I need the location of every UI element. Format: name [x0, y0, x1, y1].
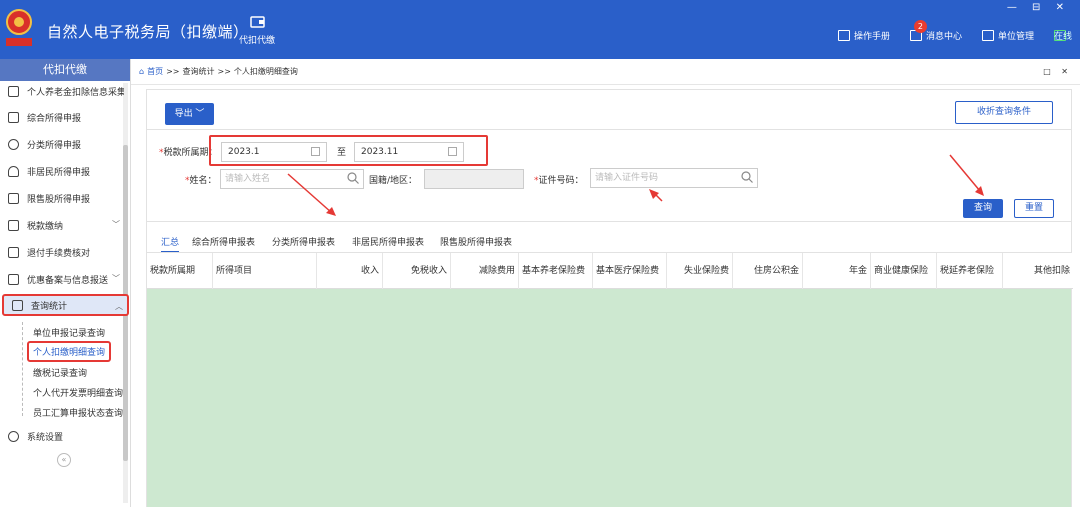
sidebar-item-label: 查询统计 [31, 301, 68, 312]
tab-comprehensive[interactable]: 综合所得申报表 [192, 235, 255, 248]
wallet-icon [8, 219, 19, 231]
sidebar-item-label: 分类所得申报 [27, 140, 82, 151]
column-header[interactable]: 住房公积金 [733, 253, 803, 289]
nav-tab-label: 代扣代缴 [238, 36, 275, 46]
column-header[interactable]: 年金 [803, 253, 871, 289]
sidebar-item-label: 系统设置 [27, 432, 64, 443]
breadcrumb-home[interactable]: 首页 [147, 66, 163, 77]
sidebar-item-fee-refund[interactable]: 退付手续费核对 [0, 241, 124, 263]
sub-item-invoice-details[interactable]: 个人代开发票明细查询 [33, 386, 123, 399]
gear-icon [8, 430, 19, 442]
column-header[interactable]: 基本医疗保险费 [593, 253, 667, 289]
online-status[interactable]: 在线 [1054, 30, 1072, 42]
online-status-label: 在线 [1054, 32, 1073, 42]
tax-emblem-logo [6, 9, 32, 46]
sidebar-item-label: 退付手续费核对 [27, 248, 91, 259]
building-icon [981, 30, 994, 41]
pension-icon [8, 85, 19, 97]
sidebar-item-nonresident[interactable]: 非居民所得申报 [0, 160, 124, 182]
column-header[interactable]: 其他扣除 [1003, 253, 1073, 289]
main-panel: 导出 ﹀ 收折查询条件 *税款所属期： 2023.1 至 2023.11 *姓名… [146, 89, 1073, 507]
person-icon [8, 165, 19, 177]
sidebar-item-tax-payment[interactable]: 税款缴纳 ﹀ [0, 214, 124, 236]
breadcrumb-level2[interactable]: 查询统计 [182, 66, 214, 77]
column-header[interactable]: 基本养老保险费 [519, 253, 593, 289]
tab-nonresident[interactable]: 非居民所得申报表 [352, 235, 424, 248]
query-icon [12, 299, 23, 311]
table-body [147, 289, 1071, 507]
chevron-down-icon: ﹀ [112, 220, 120, 229]
window-controls[interactable]: — ⊟ ✕ [1007, 2, 1070, 13]
top-header: 自然人电子税务局（扣缴端） 代扣代缴 — ⊟ ✕ 操作手册 2 消息中心 单位管… [0, 0, 1080, 59]
unit-management-link[interactable]: 单位管理 [981, 29, 1034, 42]
sidebar-item-restricted-shares[interactable]: 限售股所得申报 [0, 187, 124, 209]
message-center-link[interactable]: 2 消息中心 [909, 20, 962, 42]
sidebar-item-preferential-filing[interactable]: 优惠备案与信息报送 ﹀ [0, 268, 124, 290]
chevron-up-icon: ︿ [115, 302, 123, 311]
message-center-label: 消息中心 [925, 32, 962, 42]
sidebar-item-label: 综合所得申报 [27, 113, 82, 124]
sub-item-settlement-status[interactable]: 员工汇算申报状态查询 [33, 406, 123, 419]
home-icon[interactable]: ⌂ [139, 67, 144, 76]
column-header[interactable]: 失业保险费 [667, 253, 733, 289]
tab-classified[interactable]: 分类所得申报表 [272, 235, 335, 248]
column-header[interactable]: 税延养老保险 [937, 253, 1003, 289]
results-table: 税款所属期 所得项目 收入 免税收入 减除费用 基本养老保险费 基本医疗保险费 … [146, 252, 1073, 507]
sub-item-personal-withholding[interactable]: 个人扣缴明细查询 [27, 341, 112, 362]
breadcrumb: ⌂ 首页 >> 查询统计 >> 个人扣缴明细查询 □ ✕ [131, 59, 1080, 85]
chevron-down-icon: ﹀ [112, 274, 120, 283]
tree-connector [22, 322, 23, 416]
column-header[interactable]: 所得项目 [213, 253, 317, 289]
pie-icon [8, 138, 19, 150]
column-header[interactable]: 减除费用 [451, 253, 519, 289]
annotation-arrows [287, 154, 984, 216]
breadcrumb-sep: >> [166, 67, 180, 76]
arrow-to-name [287, 173, 333, 214]
sidebar-item-label: 个人养老金扣除信息采集 [27, 87, 124, 98]
sidebar-item-comprehensive[interactable]: 综合所得申报 [0, 106, 124, 128]
wallet-icon [249, 16, 265, 28]
sidebar-item-label: 优惠备案与信息报送 [27, 275, 109, 286]
column-header[interactable]: 免税收入 [383, 253, 451, 289]
tab-restricted-shares[interactable]: 限售股所得申报表 [440, 235, 512, 248]
message-count-badge: 2 [913, 20, 927, 33]
breadcrumb-current: 个人扣缴明细查询 [233, 67, 298, 76]
sidebar-item-classified[interactable]: 分类所得申报 [0, 133, 124, 155]
sidebar-item-query-stats[interactable]: 查询统计 ︿ [2, 294, 129, 316]
nav-tab-withholding[interactable]: 代扣代缴 [236, 15, 278, 46]
arrow-to-query [949, 154, 981, 192]
sidebar-item-pension[interactable]: 个人养老金扣除信息采集 [0, 80, 124, 102]
sidebar-item-label: 限售股所得申报 [27, 194, 91, 205]
sidebar-item-label: 税款缴纳 [27, 221, 64, 232]
doc-icon [8, 273, 19, 285]
column-header[interactable]: 商业健康保险 [871, 253, 937, 289]
manual-link-label: 操作手册 [853, 32, 890, 42]
breadcrumb-sep: >> [217, 67, 231, 76]
app-title: 自然人电子税务局（扣缴端） [47, 23, 249, 41]
sub-item-tax-payment-records[interactable]: 缴税记录查询 [33, 366, 87, 379]
table-header: 税款所属期 所得项目 收入 免税收入 减除费用 基本养老保险费 基本医疗保险费 … [147, 253, 1073, 289]
book-icon [837, 30, 850, 41]
tab-window-controls[interactable]: □ ✕ [1043, 67, 1072, 76]
bar-chart-icon [8, 192, 19, 204]
manual-link[interactable]: 操作手册 [837, 29, 890, 42]
sub-item-unit-records[interactable]: 单位申报记录查询 [33, 326, 105, 339]
column-header[interactable]: 收入 [317, 253, 383, 289]
tab-summary[interactable]: 汇总 [161, 235, 180, 253]
sidebar-item-label: 非居民所得申报 [27, 167, 91, 178]
sidebar-title: 代扣代缴 [0, 59, 130, 81]
unit-management-label: 单位管理 [997, 32, 1034, 42]
column-header[interactable]: 税款所属期 [147, 253, 213, 289]
sidebar-collapse-button[interactable]: « [57, 453, 71, 467]
sidebar-item-system-settings[interactable]: 系统设置 [0, 425, 124, 447]
receipt-icon [8, 246, 19, 258]
top-links: 操作手册 2 消息中心 单位管理 在线 [837, 20, 1072, 42]
layers-icon [8, 111, 19, 123]
sidebar: 代扣代缴 个人养老金扣除信息采集 综合所得申报 分类所得申报 非居民所得申报 限… [0, 59, 131, 507]
